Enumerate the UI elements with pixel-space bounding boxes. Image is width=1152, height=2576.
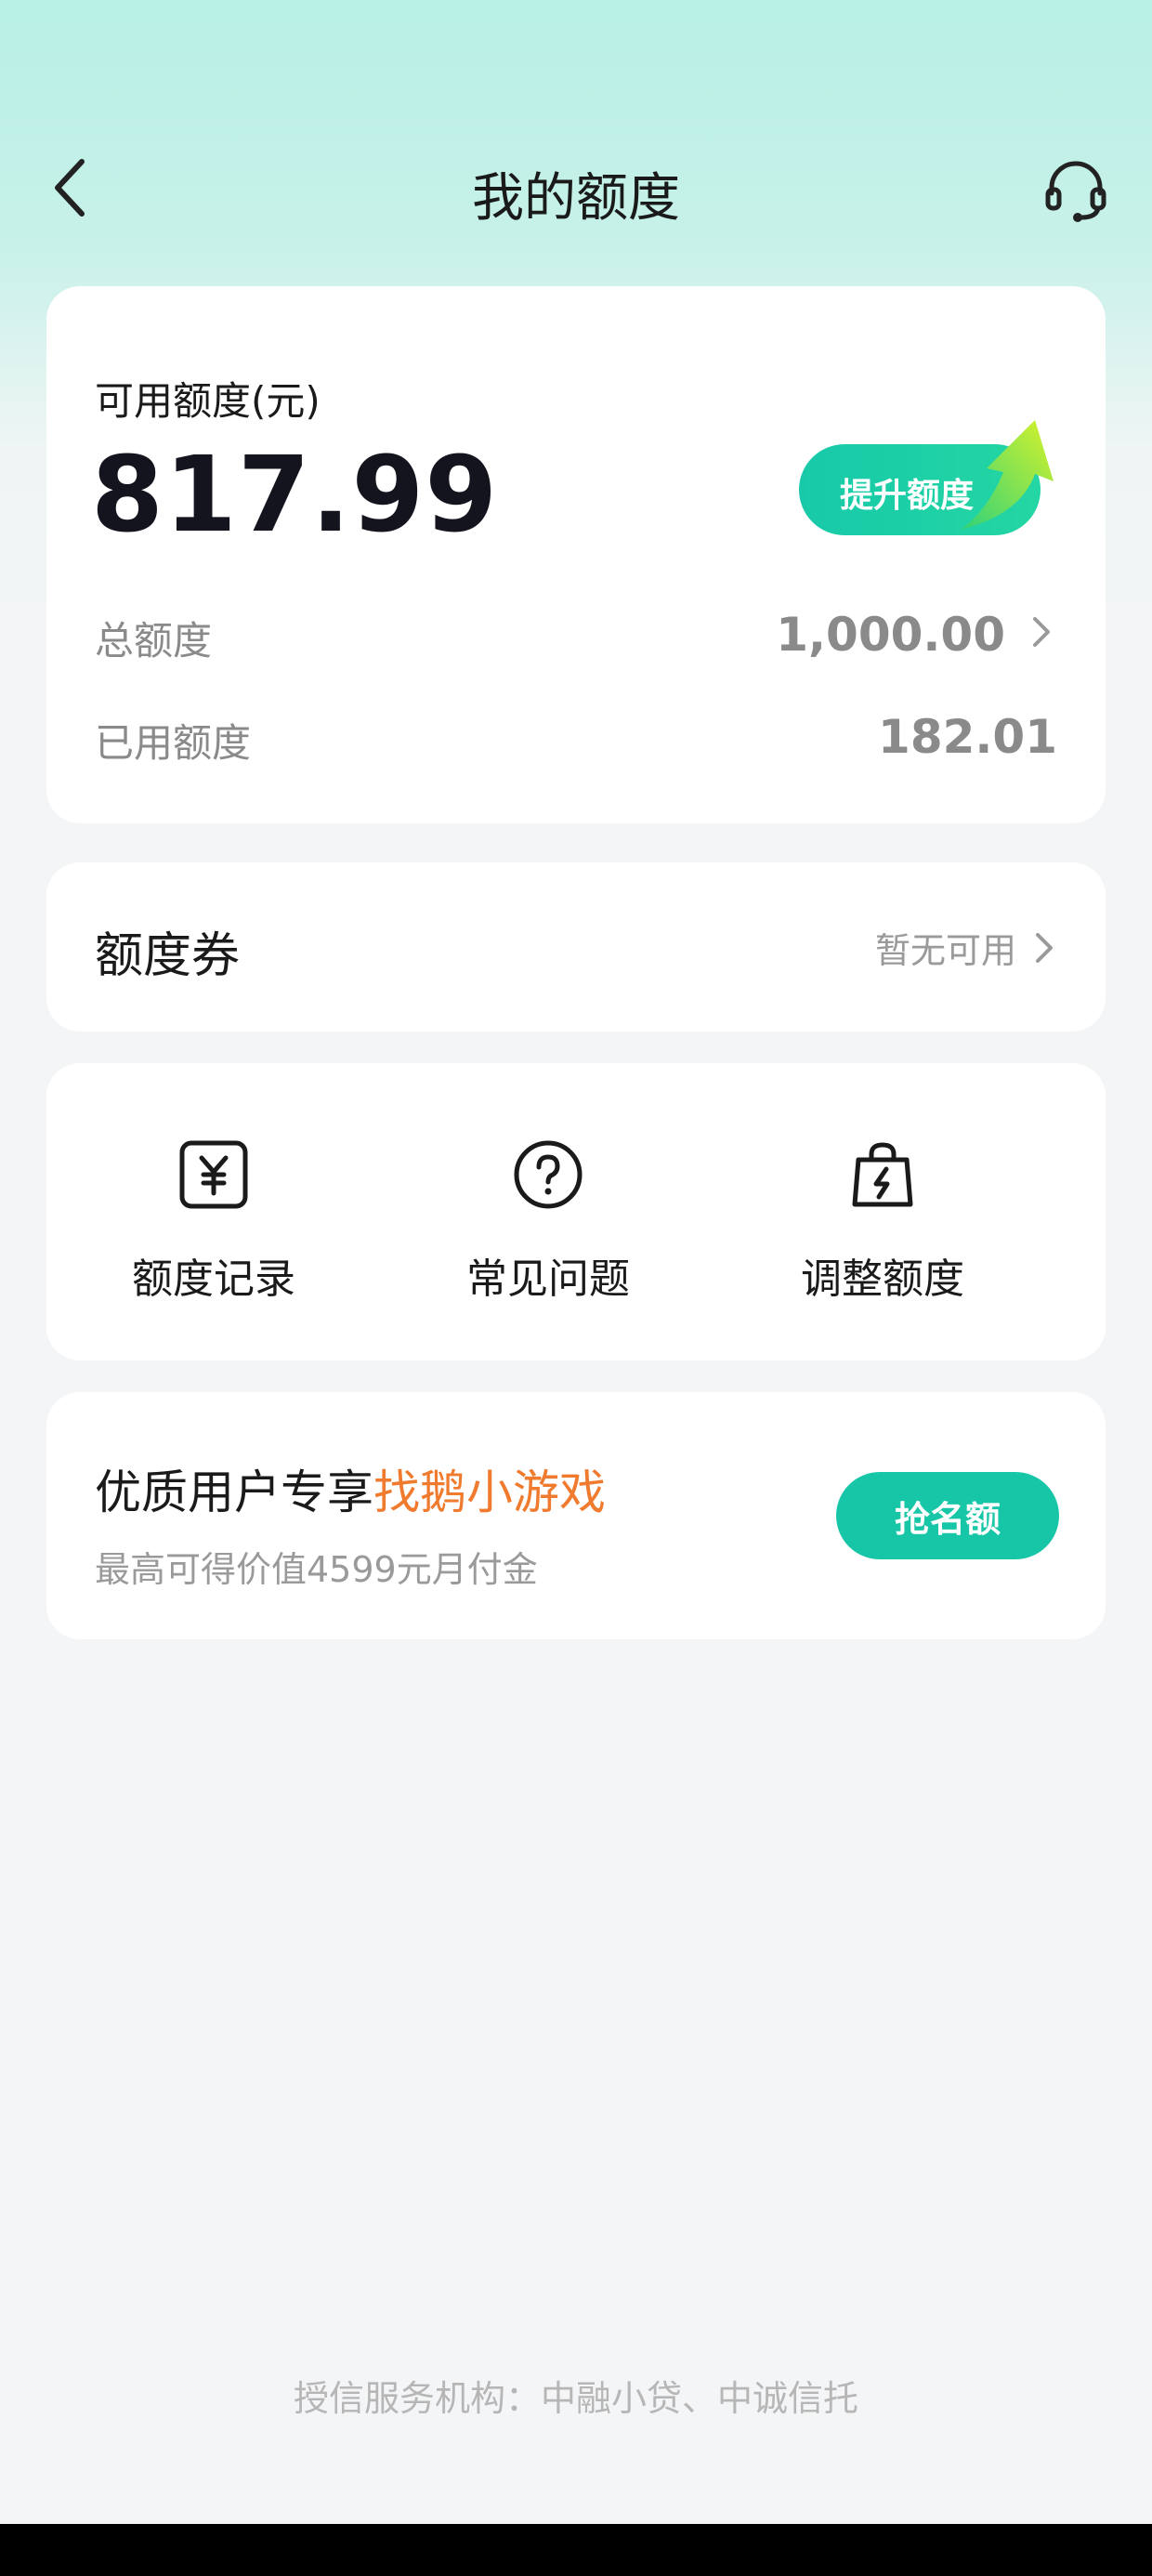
shortcut-label: 常见问题 [466, 1255, 630, 1303]
coupon-status-text: 暂无可用 [874, 930, 1016, 971]
available-credit-amount: 817.99 [91, 435, 499, 556]
footer-note: 授信服务机构：中融小贷、中诚信托 [293, 2378, 858, 2419]
customer-service-button[interactable] [1041, 154, 1111, 225]
raise-credit-button[interactable]: 提升额度 [799, 420, 1068, 537]
shortcut-grid: 额度记录 常见问题 调整额度 [46, 1137, 1106, 1305]
shortcut-faq[interactable]: 常见问题 [381, 1137, 715, 1305]
shortcut-label: 调整额度 [801, 1255, 964, 1303]
available-credit-label: 可用额度(元) [95, 378, 321, 424]
coupon-title: 额度券 [95, 928, 241, 984]
shortcut-credit-record[interactable]: 额度记录 [46, 1137, 381, 1305]
header: 我的额度 [0, 139, 1152, 236]
question-icon [514, 1140, 583, 1209]
up-arrow-icon [961, 420, 1054, 530]
coupon-card[interactable]: 额度券 暂无可用 [46, 862, 1106, 1032]
chevron-right-icon [1033, 617, 1050, 647]
total-credit-row[interactable]: 总额度 1,000.00 [95, 602, 1057, 664]
page-title: 我的额度 [472, 168, 680, 229]
shortcut-card: 额度记录 常见问题 调整额度 [46, 1063, 1106, 1360]
headset-icon [1045, 161, 1106, 222]
used-credit-label: 已用额度 [95, 720, 252, 766]
system-navigation-bar [0, 2524, 1152, 2576]
promo-title-prefix: 优质用户专享 [95, 1465, 373, 1519]
shortcut-label: 额度记录 [132, 1255, 295, 1303]
grab-slot-button[interactable]: 抢名额 [836, 1472, 1059, 1559]
used-credit-row: 已用额度 182.01 [95, 704, 1057, 766]
chevron-right-icon [1036, 932, 1053, 963]
used-credit-value: 182.01 [878, 710, 1057, 764]
shortcut-adjust-credit[interactable]: 调整额度 [715, 1137, 1050, 1305]
lightning-bag-icon [852, 1142, 913, 1207]
credit-card: 可用额度(元) 817.99 提升额度 总额度 1,000.00 已用额度 18… [46, 286, 1106, 823]
yuan-icon [179, 1140, 248, 1209]
promo-title-highlight: 找鹅小游戏 [373, 1465, 606, 1519]
coupon-status-link[interactable]: 暂无可用 [875, 922, 1057, 973]
promo-title: 优质用户专享找鹅小游戏 [95, 1455, 606, 1522]
total-credit-label: 总额度 [95, 618, 213, 664]
page: 我的额度 可用额度(元) 817.99 提升额度 总额度 1,000.00 已用… [0, 0, 1152, 2576]
total-credit-value: 1,000.00 [776, 608, 1005, 662]
promo-card[interactable]: 优质用户专享找鹅小游戏 最高可得价值4599元月付金 抢名额 [46, 1392, 1106, 1639]
promo-subtitle: 最高可得价值4599元月付金 [95, 1549, 538, 1590]
